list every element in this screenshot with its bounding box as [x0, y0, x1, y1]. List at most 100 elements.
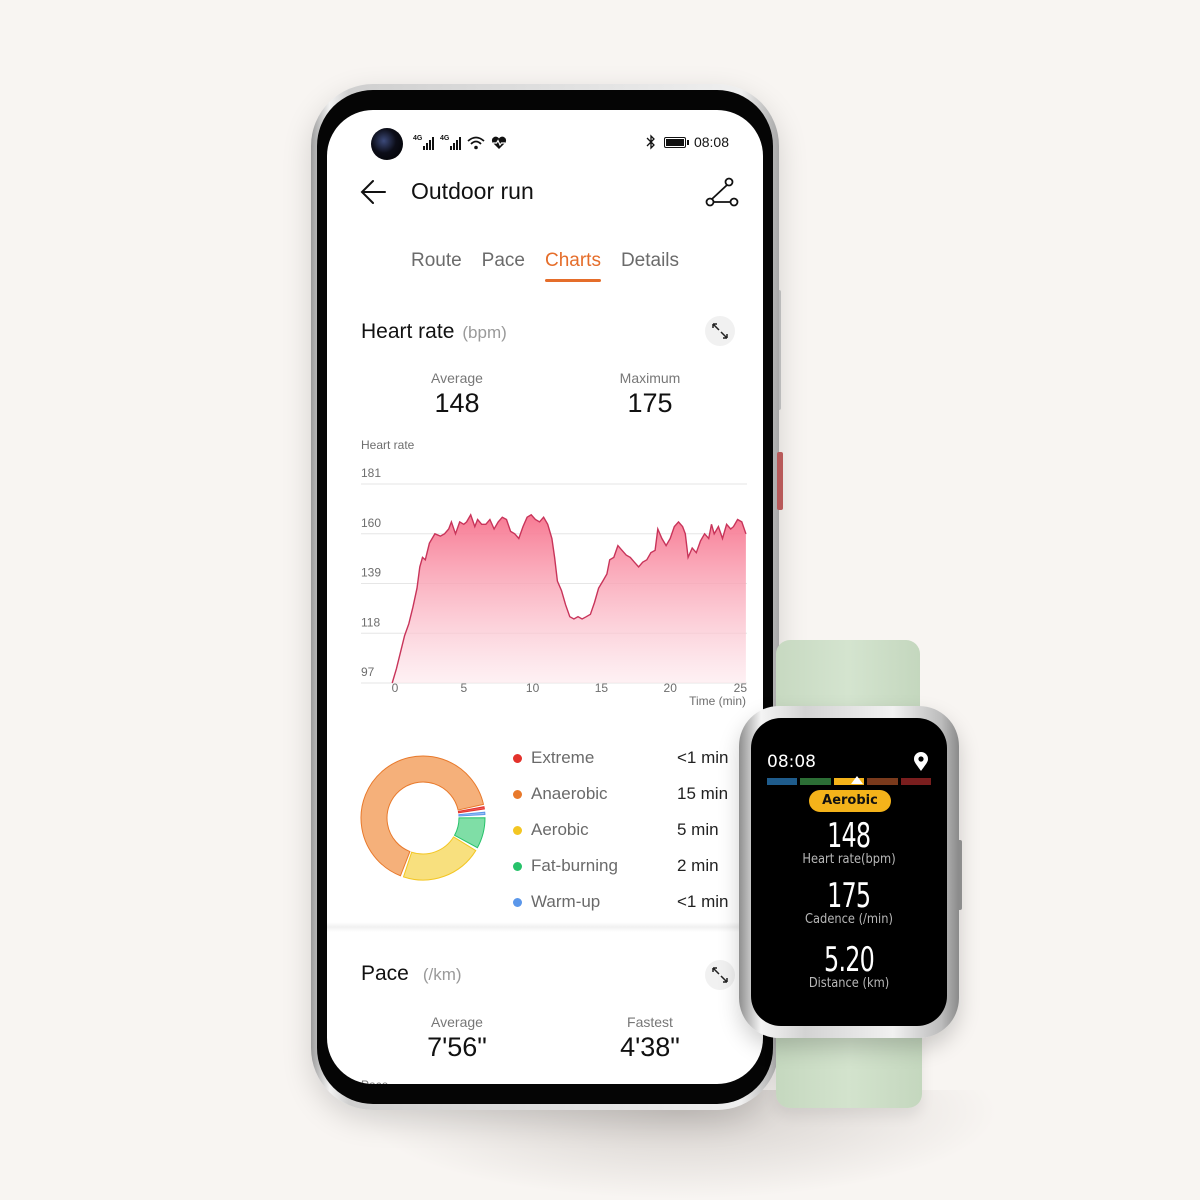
heart-rate-unit: (bpm) — [462, 323, 507, 342]
phone-screen: 4G 4G 08:08 Outdoor run Route Pace Chart… — [327, 110, 763, 1084]
wifi-icon — [467, 136, 485, 150]
heart-rate-area — [392, 514, 746, 683]
zone-duration: <1 min — [677, 748, 729, 767]
network-type-label: 4G — [440, 135, 450, 142]
watch-heart-rate: 148 Heart rate(bpm) — [751, 818, 947, 867]
y-tick-label: 139 — [361, 566, 381, 580]
status-bar: 4G 4G 08:08 — [327, 110, 763, 170]
zone-dot — [513, 789, 522, 799]
x-tick-label: 15 — [595, 681, 609, 695]
y-tick-label: 181 — [361, 466, 381, 480]
signal-icon: 4G — [413, 135, 434, 150]
zone-row-extreme: Extreme <1 min — [513, 740, 733, 776]
phone-frame: 4G 4G 08:08 Outdoor run Route Pace Chart… — [311, 84, 779, 1110]
y-tick-label: 118 — [361, 615, 380, 629]
y-tick-label: 97 — [361, 665, 375, 679]
section-divider — [327, 922, 763, 932]
x-tick-label: 0 — [392, 681, 399, 695]
x-tick-label: 20 — [664, 681, 678, 695]
heart-rate-chart: Heart rate 181 160 139 118 97 0 5 10 15 20 25 Tim… — [361, 440, 748, 708]
tab-pace[interactable]: Pace — [482, 250, 525, 282]
watch-screen: 08:08 Aerobic 148 Heart rate(bpm) 175 Ca… — [751, 718, 947, 1026]
app-header: Outdoor run — [327, 172, 763, 222]
watch-zone-badge: Aerobic — [809, 790, 891, 812]
x-tick-label: 10 — [526, 681, 540, 695]
zone-row-fat-burning: Fat-burning 2 min — [513, 848, 733, 884]
y-axis-label: Heart rate — [361, 440, 415, 452]
battery-icon — [663, 136, 689, 148]
pace-expand-button[interactable] — [705, 960, 735, 990]
metric-value: 148 — [827, 816, 871, 856]
metric-value: 175 — [827, 876, 871, 916]
zone-row-warm-up: Warm-up <1 min — [513, 884, 733, 920]
status-time: 08:08 — [693, 134, 729, 150]
watch-band-bottom — [776, 1030, 922, 1108]
stat-value: 4'38" — [620, 1032, 680, 1062]
metric-label: Distance (km) — [808, 976, 890, 991]
zone-segment-fat-burning — [800, 778, 831, 785]
stat-label: Average — [431, 1014, 483, 1030]
stat-label: Fastest — [627, 1014, 673, 1030]
zone-segment-extreme — [900, 778, 932, 785]
donut-slice-aerobic — [402, 836, 477, 881]
zone-row-aerobic: Aerobic 5 min — [513, 812, 733, 848]
stat-value: 175 — [627, 388, 673, 418]
network-type-label: 4G — [413, 135, 423, 142]
heart-rate-section-title: Heart rate (bpm) — [361, 320, 507, 344]
zone-segment-anaerobic — [867, 778, 898, 785]
zone-duration: 2 min — [677, 856, 719, 875]
zone-duration: 15 min — [677, 784, 729, 803]
zone-name: Warm-up — [531, 892, 601, 911]
status-icons-left: 4G 4G — [413, 135, 507, 150]
x-tick-label: 25 — [734, 681, 748, 695]
pace-average: Average 7'56" — [387, 1014, 527, 1063]
tab-bar: Route Pace Charts Details — [327, 250, 763, 282]
pace-section-title: Pace (/km) — [361, 962, 462, 986]
status-icons-right: 08:08 — [646, 134, 729, 150]
x-axis-label: Time (min) — [689, 694, 746, 708]
route-path-icon[interactable] — [705, 176, 739, 210]
pace-unit: (/km) — [422, 965, 462, 984]
zone-segment-warm-up — [767, 778, 798, 785]
zone-dot — [513, 753, 522, 763]
expand-icon — [712, 323, 728, 339]
donut-slice-warm-up — [458, 811, 486, 817]
camera-hole — [371, 128, 403, 160]
watch-cadence: 175 Cadence (/min) — [751, 878, 947, 927]
zone-duration: <1 min — [677, 892, 729, 911]
x-tick-label: 5 — [460, 681, 467, 695]
zone-indicator-caret — [851, 776, 863, 784]
pace-title: Pace — [361, 962, 409, 985]
zone-name: Anaerobic — [531, 784, 608, 803]
stat-value: 7'56" — [427, 1032, 487, 1062]
zone-row-anaerobic: Anaerobic 15 min — [513, 776, 733, 812]
metric-value: 5.20 — [824, 940, 875, 980]
bluetooth-icon — [646, 134, 655, 150]
zone-name: Extreme — [531, 748, 595, 767]
expand-icon — [712, 967, 728, 983]
stat-value: 148 — [434, 388, 480, 418]
pace-chart-label: Pace — [361, 1078, 388, 1084]
watch-time: 08:08 — [767, 752, 816, 772]
zone-name: Fat-burning — [531, 856, 618, 875]
zone-dot — [513, 825, 522, 835]
stat-label: Average — [431, 370, 483, 386]
stat-label: Maximum — [619, 370, 681, 386]
zone-dot — [513, 897, 522, 907]
arrow-left-icon[interactable] — [359, 176, 391, 208]
heart-rate-title: Heart rate — [361, 320, 455, 343]
heart-rate-average: Average 148 — [387, 370, 527, 419]
tab-charts[interactable]: Charts — [544, 250, 601, 282]
phone-power-button — [777, 452, 783, 510]
zone-dot — [513, 861, 522, 871]
tab-details[interactable]: Details — [621, 250, 679, 282]
heart-rate-maximum: Maximum 175 — [580, 370, 720, 419]
heart-rate-zone-legend: Extreme <1 min Anaerobic 15 min Aerobic … — [513, 740, 733, 920]
location-pin-icon — [914, 752, 928, 771]
page-title: Outdoor run — [411, 178, 534, 204]
heart-rate-expand-button[interactable] — [705, 316, 735, 346]
tab-route[interactable]: Route — [411, 250, 462, 282]
watch-case: 08:08 Aerobic 148 Heart rate(bpm) 175 Ca… — [739, 706, 959, 1038]
heart-rate-zone-donut — [360, 755, 486, 881]
metric-label: Cadence (/min) — [805, 912, 893, 927]
